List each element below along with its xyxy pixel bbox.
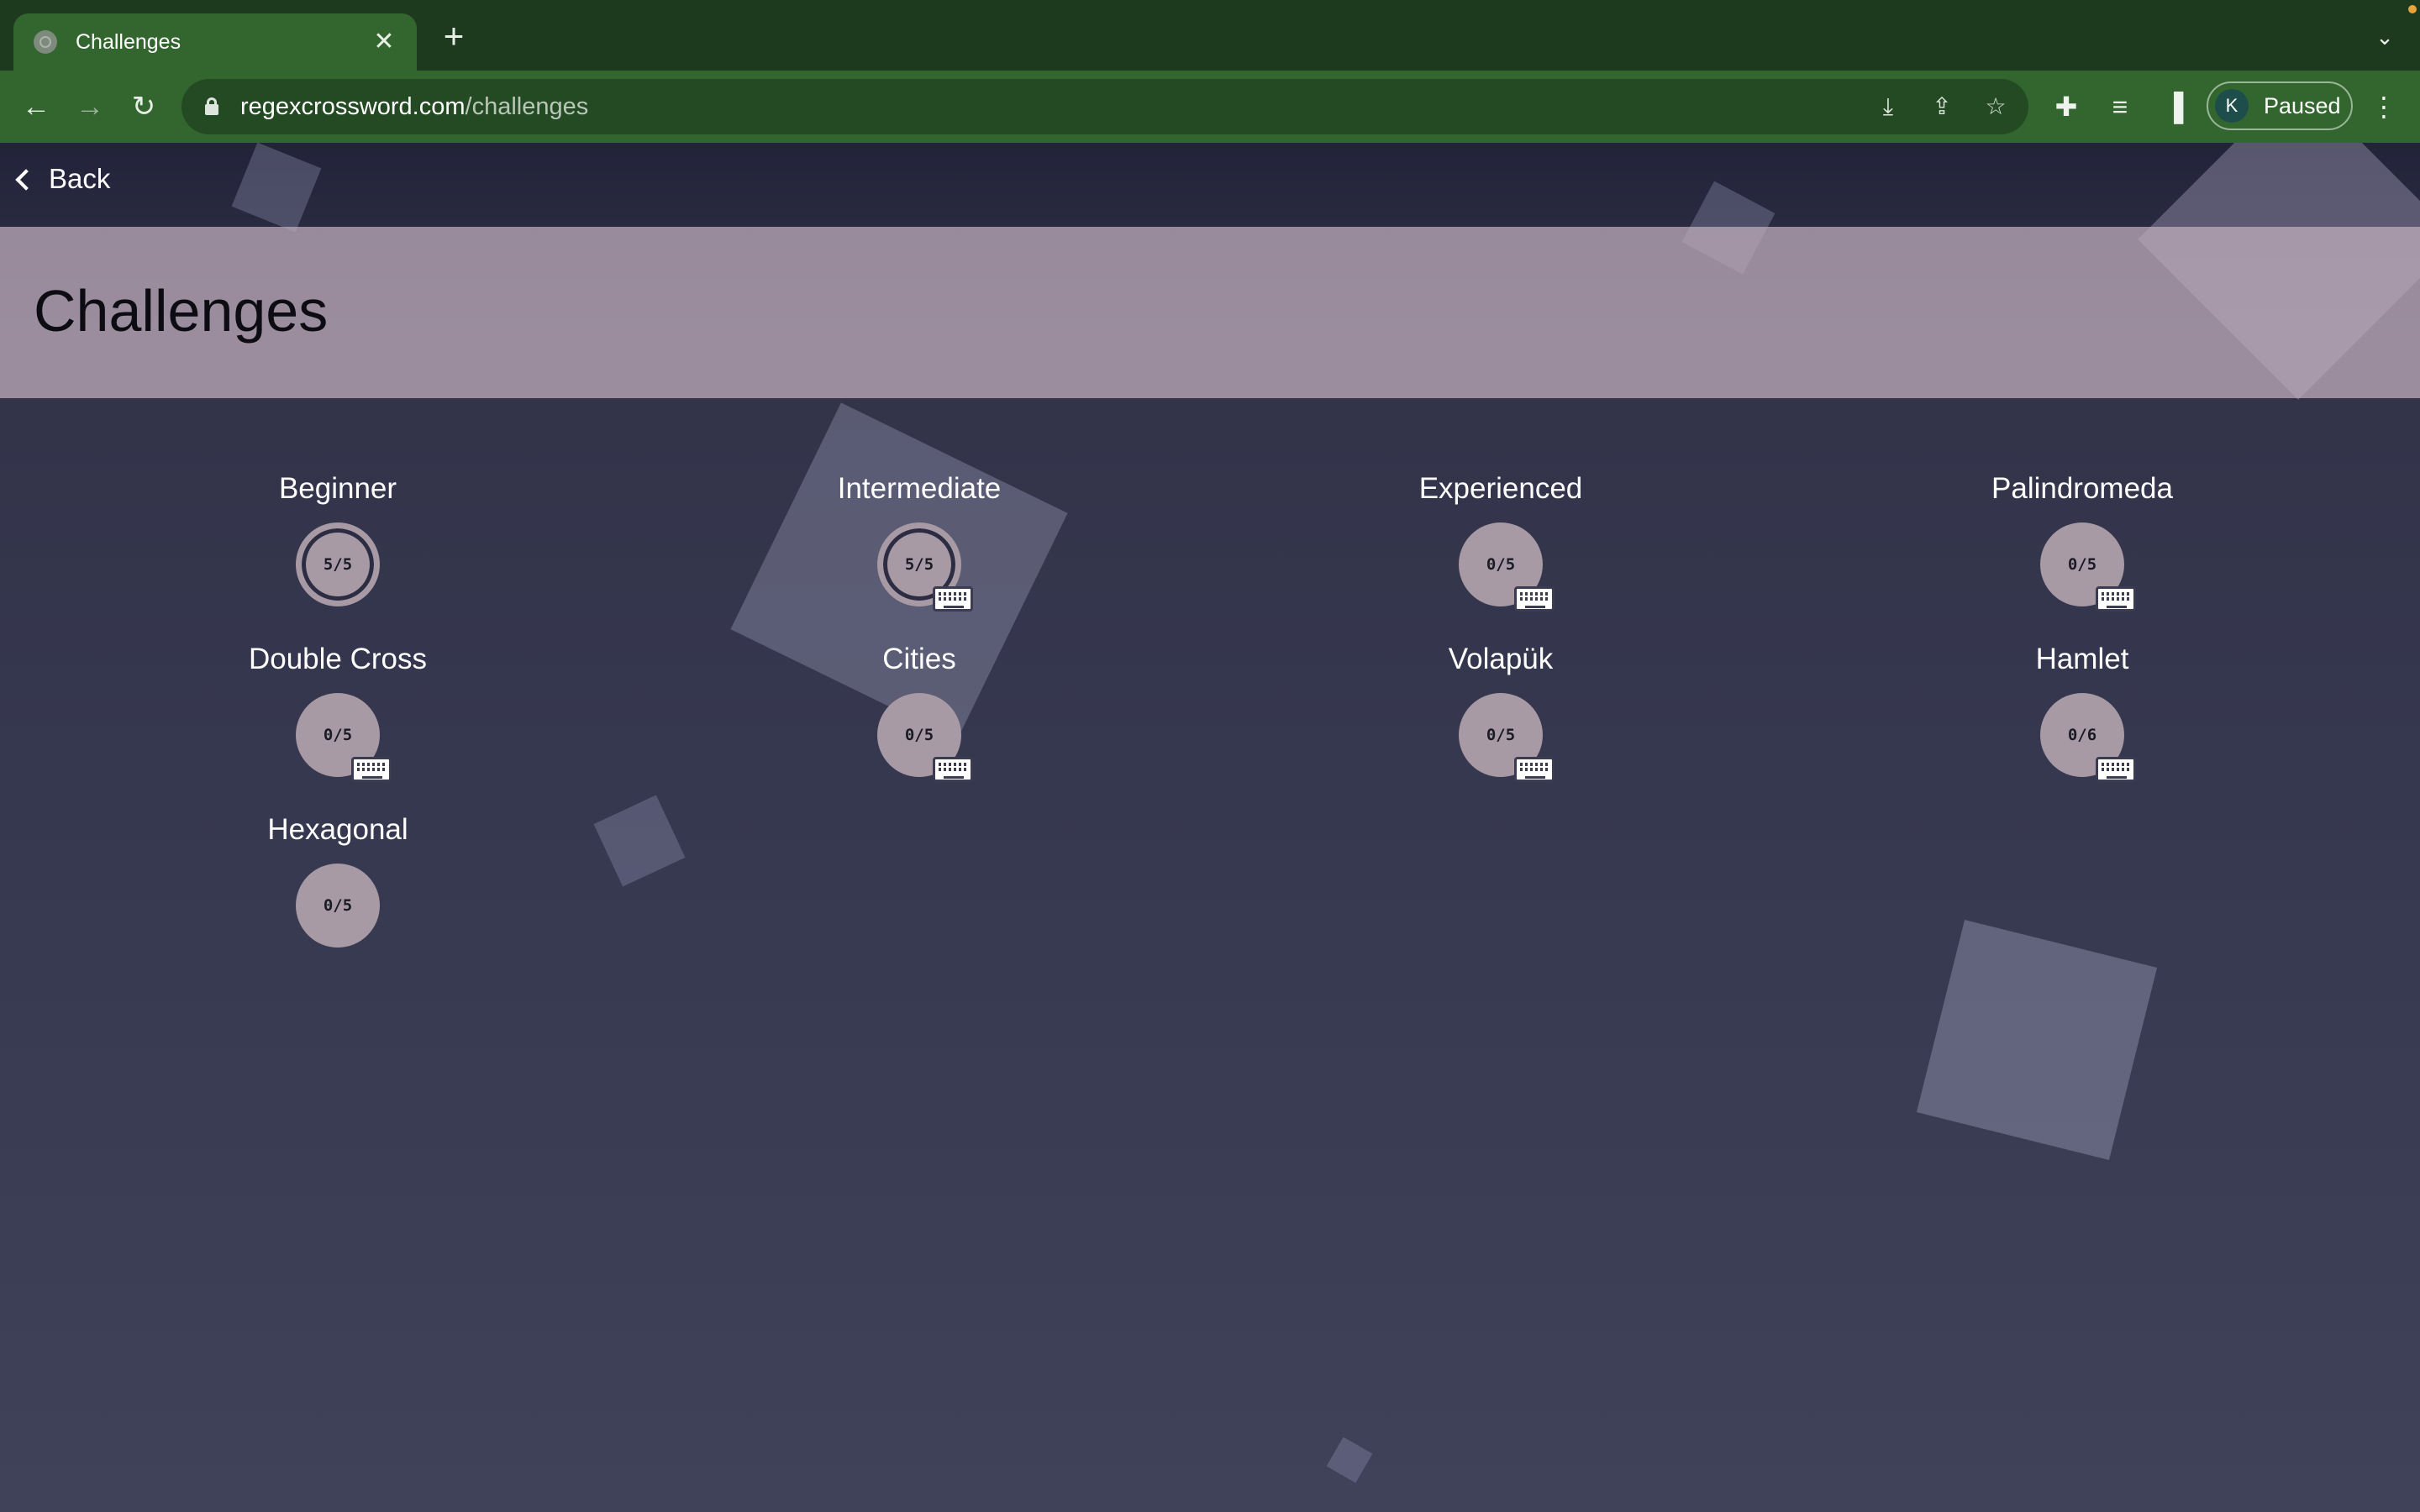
challenge-card-intermediate[interactable]: Intermediate 5/5	[768, 470, 1071, 612]
decorative-square	[1326, 1436, 1373, 1483]
bookmark-star-icon[interactable]: ☆	[1978, 89, 2013, 124]
close-tab-icon[interactable]: ✕	[371, 29, 397, 55]
challenge-name: Cities	[882, 643, 956, 675]
avatar: K	[2215, 89, 2249, 123]
decorative-square	[593, 795, 686, 887]
url-host: regexcrossword.com	[240, 92, 466, 120]
update-indicator	[2408, 5, 2417, 13]
tab-title: Challenges	[76, 29, 182, 54]
challenge-card-experienced[interactable]: Experienced 0/5	[1349, 470, 1652, 612]
progress-badge[interactable]: 0/5	[296, 864, 380, 948]
side-panel-icon[interactable]: ▐	[2153, 86, 2195, 128]
keyboard-icon	[1514, 757, 1555, 782]
challenge-name: Hamlet	[2035, 643, 2129, 675]
media-queue-icon[interactable]: ≡	[2099, 86, 2141, 128]
keyboard-icon	[933, 586, 973, 612]
challenge-name: Volapük	[1448, 643, 1554, 675]
challenge-name: Palindromeda	[1991, 472, 2173, 505]
browser-chrome: Challenges ✕ + ⌄ ← → ↻ regexcrossword.co…	[0, 0, 2420, 143]
challenge-name: Hexagonal	[267, 813, 408, 846]
challenge-card-volapuk[interactable]: Volapük 0/5	[1349, 641, 1652, 782]
decorative-square	[1916, 919, 2158, 1161]
back-arrow-icon[interactable]: ←	[15, 86, 57, 128]
profile-button[interactable]: K Paused	[2207, 81, 2353, 130]
progress-badge[interactable]: 5/5	[296, 522, 380, 606]
title-banner: Challenges	[0, 227, 2420, 398]
share-icon[interactable]: ⇪	[1924, 89, 1960, 124]
challenge-name: Beginner	[278, 472, 397, 505]
challenge-card-hexagonal[interactable]: Hexagonal 0/5	[187, 811, 489, 948]
back-link[interactable]: Back	[15, 163, 111, 195]
keyboard-icon	[1514, 586, 1555, 612]
url-path: /challenges	[465, 92, 589, 120]
lock-icon[interactable]	[205, 97, 218, 115]
challenge-card-beginner[interactable]: Beginner 5/5	[187, 470, 489, 606]
browser-tab[interactable]: Challenges ✕	[13, 13, 417, 71]
keyboard-icon	[2096, 586, 2136, 612]
challenge-card-double-cross[interactable]: Double Cross 0/5	[187, 641, 489, 782]
forward-arrow-icon[interactable]: →	[69, 86, 111, 128]
tab-strip: Challenges ✕ + ⌄	[0, 0, 2420, 71]
address-bar[interactable]: regexcrossword.com/challenges ⤓ ⇪ ☆	[182, 79, 2028, 134]
new-tab-button[interactable]: +	[437, 18, 471, 54]
challenge-card-palindromeda[interactable]: Palindromeda 0/5	[1931, 470, 2233, 612]
install-app-icon[interactable]: ⤓	[1870, 89, 1906, 124]
tab-search-chevron-icon[interactable]: ⌄	[2368, 20, 2402, 54]
keyboard-icon	[2096, 757, 2136, 782]
browser-toolbar: ← → ↻ regexcrossword.com/challenges ⤓ ⇪ …	[0, 71, 2420, 143]
extensions-puzzle-icon[interactable]: ✚	[2045, 86, 2087, 128]
challenge-card-cities[interactable]: Cities 0/5	[768, 641, 1071, 782]
back-label: Back	[49, 163, 111, 194]
reload-icon[interactable]: ↻	[123, 86, 165, 128]
challenge-name: Experienced	[1418, 472, 1583, 505]
page: Back Challenges Beginner 5/5 Intermediat…	[0, 143, 2420, 1512]
challenge-card-hamlet[interactable]: Hamlet 0/6	[1931, 641, 2233, 782]
keyboard-icon	[351, 757, 392, 782]
chevron-left-icon	[15, 169, 37, 191]
challenge-name: Intermediate	[837, 472, 1002, 505]
kebab-menu-icon[interactable]: ⋮	[2363, 86, 2405, 128]
decorative-square	[231, 143, 322, 233]
profile-status: Paused	[2264, 92, 2341, 118]
globe-icon	[34, 30, 57, 54]
challenge-name: Double Cross	[248, 643, 428, 675]
page-title: Challenges	[34, 278, 329, 344]
keyboard-icon	[933, 757, 973, 782]
